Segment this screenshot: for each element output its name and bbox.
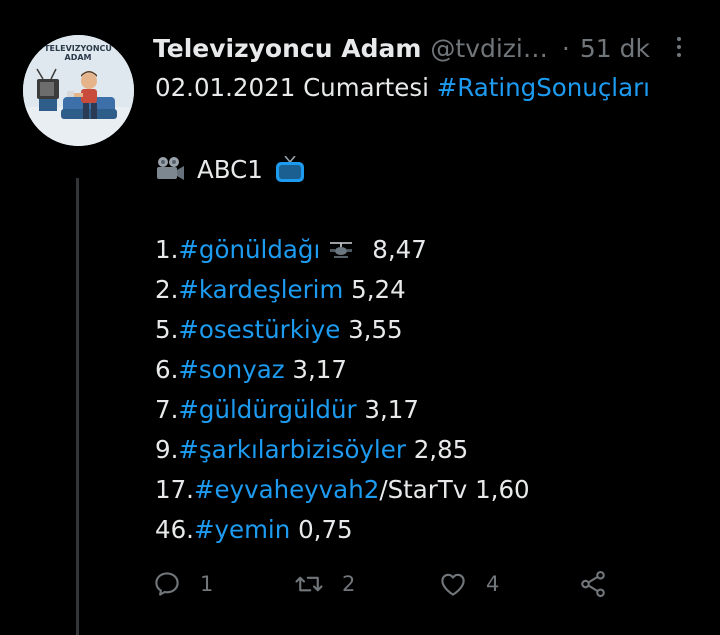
- rating-value: 2,85: [413, 435, 469, 464]
- tweet-header: Televizyoncu Adam @tvdizi… · 51 dk: [153, 28, 698, 68]
- rating-value: 5,24: [351, 275, 406, 304]
- tweet-actions: 1 2 4: [152, 562, 622, 606]
- avatar-title-line-1: TELEVIZYONCU: [44, 44, 112, 53]
- avatar-title-line-2: ADAM: [65, 53, 92, 62]
- reply-icon: [155, 572, 179, 596]
- television-icon: [275, 156, 304, 182]
- tweet-text: 02.01.2021 Cumartesi #RatingSonuçları AB…: [155, 68, 705, 550]
- rating-rank: 1.: [155, 235, 179, 264]
- rating-value: 0,75: [298, 515, 353, 544]
- separator-dot: ·: [561, 33, 570, 63]
- rating-rank: 17.: [155, 475, 194, 504]
- heart-icon: [441, 573, 465, 596]
- rating-row: 6.#sonyaz 3,17: [155, 350, 705, 390]
- tweet-line-date: 02.01.2021 Cumartesi #RatingSonuçları: [155, 68, 705, 108]
- channel-name: ABC1: [197, 155, 263, 184]
- rating-row: 2.#kardeşlerim 5,24: [155, 270, 705, 310]
- retweet-button[interactable]: 2: [294, 562, 355, 606]
- rating-hashtag[interactable]: #gönüldağı: [178, 235, 320, 264]
- share-icon: [581, 570, 605, 598]
- rating-hashtag[interactable]: #kardeşlerim: [178, 275, 343, 304]
- reply-count: 1: [200, 572, 214, 596]
- timestamp[interactable]: 51 dk: [580, 34, 650, 63]
- rating-row: 9.#şarkılarbizisöyler 2,85: [155, 430, 705, 470]
- helicopter-icon: [330, 242, 353, 258]
- like-button[interactable]: 4: [438, 562, 499, 606]
- movie-camera-icon: [157, 157, 184, 180]
- rating-hashtag[interactable]: #yemin: [194, 515, 290, 544]
- rating-channel-suffix: /StarTv: [379, 475, 468, 504]
- rating-rank: 7.: [155, 395, 179, 424]
- avatar-illustration: TELEVIZYONCU ADAM: [23, 35, 134, 146]
- like-count: 4: [486, 572, 500, 596]
- rating-hashtag[interactable]: #eyvaheyvah2: [194, 475, 379, 504]
- retweet-icon: [295, 576, 323, 592]
- display-name[interactable]: Televizyoncu Adam: [153, 34, 421, 63]
- rating-rank: 46.: [155, 515, 194, 544]
- rating-value: 3,55: [348, 315, 403, 344]
- tweet[interactable]: TELEVIZYONCU ADAM Televizyoncu Adam @tvd…: [0, 0, 720, 635]
- rating-value: 8,47: [372, 235, 427, 264]
- rating-value: 1,60: [475, 475, 530, 504]
- rating-rank: 5.: [155, 315, 179, 344]
- more-options-icon[interactable]: [674, 33, 684, 63]
- reply-button[interactable]: 1: [152, 562, 213, 606]
- rating-rank: 9.: [155, 435, 179, 464]
- rating-row: 1.#gönüldağı 8,47: [155, 230, 705, 270]
- rating-hashtag[interactable]: #güldürgüldür: [178, 395, 356, 424]
- avatar[interactable]: TELEVIZYONCU ADAM: [23, 35, 134, 146]
- retweet-count: 2: [342, 572, 356, 596]
- rating-value: 3,17: [364, 395, 419, 424]
- hashtag-rating-results[interactable]: #RatingSonuçları: [437, 73, 650, 102]
- share-button[interactable]: [578, 562, 608, 606]
- rating-row: 5.#osestürkiye 3,55: [155, 310, 705, 350]
- date-text: 02.01.2021 Cumartesi: [155, 73, 429, 102]
- rating-row: 46.#yemin 0,75: [155, 510, 705, 550]
- rating-hashtag[interactable]: #şarkılarbizisöyler: [178, 435, 406, 464]
- rating-row: 7.#güldürgüldür 3,17: [155, 390, 705, 430]
- rating-row: 17.#eyvaheyvah2/StarTv 1,60: [155, 470, 705, 510]
- rating-rank: 2.: [155, 275, 179, 304]
- tweet-line-channel: ABC1: [155, 150, 705, 190]
- rating-value: 3,17: [292, 355, 347, 384]
- rating-hashtag[interactable]: #osestürkiye: [178, 315, 340, 344]
- thread-line: [76, 178, 79, 635]
- rating-hashtag[interactable]: #sonyaz: [178, 355, 284, 384]
- rating-rank: 6.: [155, 355, 179, 384]
- user-handle[interactable]: @tvdizi…: [430, 34, 547, 63]
